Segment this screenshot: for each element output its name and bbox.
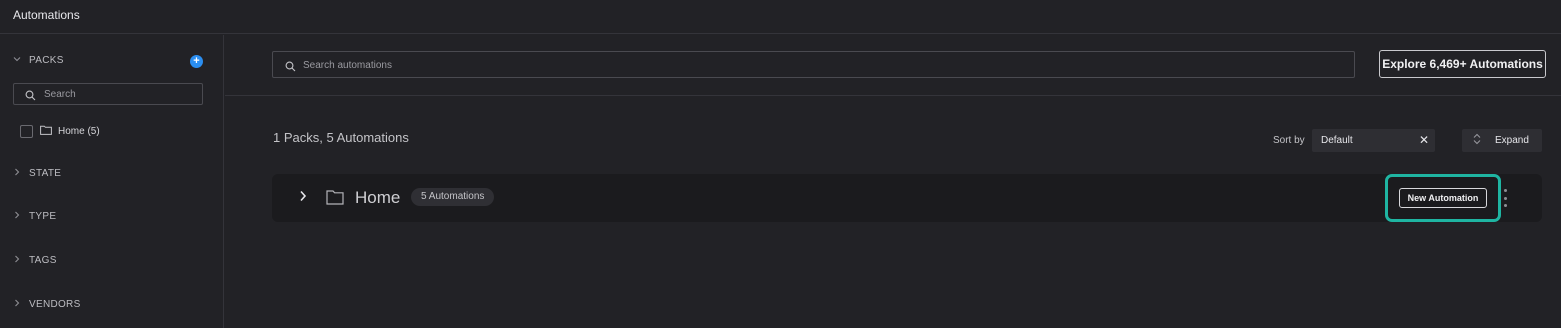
automation-search-input[interactable]: Search automations: [272, 51, 1355, 78]
close-icon[interactable]: ✕: [1419, 133, 1429, 147]
packs-section-toggle[interactable]: PACKS: [13, 55, 64, 66]
pack-search-input[interactable]: Search: [13, 83, 203, 105]
new-automation-button[interactable]: New Automation: [1399, 188, 1487, 208]
tags-section-toggle[interactable]: TAGS: [13, 255, 57, 266]
pack-filter-label: Home (5): [58, 126, 100, 137]
packs-section-label: PACKS: [29, 55, 64, 66]
pack-row[interactable]: Home 5 Automations New Automation: [272, 174, 1542, 222]
vendors-section-toggle[interactable]: VENDORS: [13, 299, 81, 310]
search-icon: [285, 59, 296, 77]
main-content: Search automations Explore 6,469+ Automa…: [225, 35, 1561, 328]
add-pack-button[interactable]: +: [190, 55, 203, 68]
state-section-label: STATE: [29, 168, 62, 179]
chevron-right-icon: [13, 255, 21, 266]
chevron-right-icon: [13, 299, 21, 310]
top-bar: Automations: [0, 0, 1561, 34]
pack-filter-item[interactable]: Home (5): [20, 125, 100, 138]
pack-checkbox[interactable]: [20, 125, 33, 138]
divider: [225, 95, 1561, 96]
sidebar: PACKS + Search Home (5) STATE TYPE TAGS: [0, 35, 224, 328]
tags-section-label: TAGS: [29, 255, 57, 266]
kebab-menu-icon[interactable]: [1503, 189, 1507, 207]
expand-label: Expand: [1495, 135, 1529, 146]
chevron-right-icon: [13, 211, 21, 222]
page-title: Automations: [13, 8, 80, 22]
chevron-right-icon[interactable]: [299, 190, 307, 205]
state-section-toggle[interactable]: STATE: [13, 168, 61, 179]
type-section-toggle[interactable]: TYPE: [13, 211, 56, 222]
search-icon: [25, 88, 36, 106]
pack-name: Home: [355, 188, 401, 207]
expand-icon: [1473, 133, 1481, 148]
explore-automations-button[interactable]: Explore 6,469+ Automations: [1379, 50, 1546, 78]
plus-icon: +: [193, 55, 200, 67]
type-section-label: TYPE: [29, 211, 57, 222]
automation-search-placeholder: Search automations: [303, 60, 392, 71]
chevron-down-icon: [13, 55, 21, 66]
results-summary: 1 Packs, 5 Automations: [273, 130, 409, 145]
sort-select[interactable]: Default ✕: [1312, 129, 1435, 152]
automation-count-badge: 5 Automations: [411, 188, 495, 206]
folder-icon: [40, 125, 52, 138]
chevron-right-icon: [13, 168, 21, 179]
vendors-section-label: VENDORS: [29, 299, 81, 310]
sort-label: Sort by: [1273, 135, 1305, 146]
sort-value: Default: [1321, 135, 1353, 146]
folder-icon: [326, 189, 344, 210]
pack-search-placeholder: Search: [44, 89, 76, 100]
expand-button[interactable]: Expand: [1462, 129, 1542, 152]
